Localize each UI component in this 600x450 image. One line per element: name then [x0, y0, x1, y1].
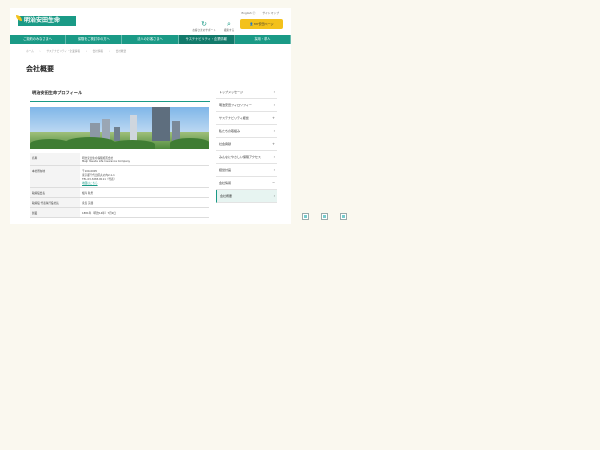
- row-key: 取締役会長: [30, 187, 80, 198]
- section-title: 明治安田生命プロフィール: [30, 86, 210, 102]
- row-key: 名称: [30, 153, 80, 166]
- chevron-right-icon: ›: [273, 103, 275, 107]
- sidebar-item-company-overview[interactable]: 会社概要 ›: [216, 190, 277, 203]
- main-content: 明治安田生命プロフィール 名称 明治安田生命保険相互会社 Meiji Yasud…: [30, 86, 210, 218]
- nav-item-contract[interactable]: ご契約のみなさまへ: [10, 35, 67, 44]
- table-row: 名称 明治安田生命保険相互会社 Meiji Yasuda Life Insura…: [30, 153, 209, 166]
- broken-image-icon: [321, 213, 328, 220]
- sidebar-item-social[interactable]: 社会貢献 +: [216, 138, 277, 151]
- row-key: 本社所在地: [30, 165, 80, 188]
- plus-icon: +: [271, 116, 275, 120]
- map-link[interactable]: 地図はこちら: [82, 181, 207, 185]
- sidebar-item-label: みんなにやさしい保険アクセス: [219, 155, 261, 159]
- row-value: 〒100-0005 東京都千代田区丸の内2-1-1 TEL.03-3283-81…: [80, 165, 209, 188]
- sidebar-item-access[interactable]: みんなにやさしい保険アクセス ›: [216, 151, 277, 164]
- row-key: 取締役 代表執行役社長: [30, 197, 80, 208]
- logo-leaf-icon: [16, 15, 22, 21]
- sidebar-item-philosophy[interactable]: 明治安田フィロソフィー ›: [216, 99, 277, 112]
- sidebar-item-sustainability[interactable]: サステナビリティ経営 +: [216, 112, 277, 125]
- chevron-right-icon: ›: [273, 168, 275, 172]
- sidebar-item-initiatives[interactable]: 私たちの取組み ›: [216, 125, 277, 138]
- webpage: 明治安田生命 ↻ お客さまのサポート ⌕ 検索する English ⓔ サイトマ…: [10, 8, 291, 224]
- top-links: English ⓔ サイトマップ: [236, 11, 279, 15]
- global-nav: ご契約のみなさまへ 保険をご検討中の方へ 法人のお客さまへ サステナビリティ・企…: [10, 35, 291, 44]
- logo-text: 明治安田生命: [24, 17, 61, 24]
- sidebar-nav: トップメッセージ › 明治安田フィロソフィー › サステナビリティ経営 + 私たちの取…: [216, 86, 277, 203]
- sidebar-item-plan[interactable]: 経営計画 ›: [216, 164, 277, 177]
- sidebar-item-label: 私たちの取組み: [219, 129, 241, 133]
- site-header: 明治安田生命 ↻ お客さまのサポート ⌕ 検索する English ⓔ サイトマ…: [10, 8, 291, 35]
- broken-image-icon: [340, 213, 347, 220]
- sidebar-item-label: 経営計画: [219, 168, 232, 172]
- breadcrumb-current: 会社概要: [115, 50, 127, 53]
- page-title: 会社概要: [26, 65, 54, 73]
- row-value: 根岸 秋男: [80, 187, 209, 198]
- nav-item-sustainability[interactable]: サステナビリティ・企業情報: [178, 35, 235, 44]
- mypage-button[interactable]: 👤 MY安田ページ: [240, 19, 283, 29]
- search-button[interactable]: ⌕ 検索する: [217, 20, 241, 32]
- chevron-right-icon: ›: [273, 155, 275, 159]
- plus-icon: +: [271, 142, 275, 146]
- chevron-right-icon: ›: [273, 90, 275, 94]
- site-logo[interactable]: 明治安田生命: [16, 15, 76, 26]
- refresh-icon: ↻: [201, 20, 207, 28]
- headquarters-photo: [30, 107, 209, 149]
- nav-item-consider[interactable]: 保険をご検討中の方へ: [66, 35, 123, 44]
- value-line: Meiji Yasuda Life Insurance Company: [82, 159, 131, 163]
- nav-item-recruit[interactable]: 採用・求人: [235, 35, 291, 44]
- breadcrumb-sustainability[interactable]: サステナビリティ・企業情報: [46, 50, 80, 53]
- support-button[interactable]: ↻ お客さまのサポート: [192, 20, 216, 32]
- table-row: 取締役会長 根岸 秋男: [30, 187, 209, 198]
- sidebar-item-label: 会社情報: [219, 181, 232, 185]
- table-row: 創業 1881年（明治14年）7月9日: [30, 207, 209, 218]
- search-label: 検索する: [223, 29, 235, 32]
- sidebar-item-label: トップメッセージ: [219, 90, 243, 94]
- search-icon: ⌕: [227, 20, 231, 28]
- sitemap-link[interactable]: サイトマップ: [262, 11, 279, 15]
- english-link[interactable]: English ⓔ: [242, 11, 256, 15]
- sidebar-item-label: 会社概要: [220, 194, 233, 198]
- company-info-table: 名称 明治安田生命保険相互会社 Meiji Yasuda Life Insura…: [30, 153, 209, 218]
- row-value: 明治安田生命保険相互会社 Meiji Yasuda Life Insurance…: [80, 153, 209, 166]
- nav-item-corporate[interactable]: 法人のお客さまへ: [122, 35, 179, 44]
- row-value: 永島 英器: [80, 197, 209, 208]
- table-row: 取締役 代表執行役社長 永島 英器: [30, 197, 209, 208]
- support-label: お客さまのサポート: [192, 29, 216, 32]
- table-row: 本社所在地 〒100-0005 東京都千代田区丸の内2-1-1 TEL.03-3…: [30, 165, 209, 188]
- minus-icon: −: [271, 181, 275, 185]
- chevron-right-icon: ›: [273, 129, 275, 133]
- sidebar-item-top-message[interactable]: トップメッセージ ›: [216, 86, 277, 99]
- row-value: 1881年（明治14年）7月9日: [80, 207, 209, 218]
- sidebar-item-label: 明治安田フィロソフィー: [219, 103, 252, 107]
- chevron-right-icon: ›: [273, 194, 275, 198]
- broken-image-icon: [302, 213, 309, 220]
- sidebar-item-label: サステナビリティ経営: [219, 116, 249, 120]
- sidebar-item-company-info[interactable]: 会社情報 −: [216, 177, 277, 190]
- breadcrumb-company-info[interactable]: 会社情報: [93, 50, 103, 53]
- sidebar-item-label: 社会貢献: [219, 142, 232, 146]
- breadcrumb: ホーム › サステナビリティ・企業情報 › 会社情報 › 会社概要: [26, 50, 127, 53]
- breadcrumb-home[interactable]: ホーム: [26, 50, 34, 53]
- row-key: 創業: [30, 207, 80, 218]
